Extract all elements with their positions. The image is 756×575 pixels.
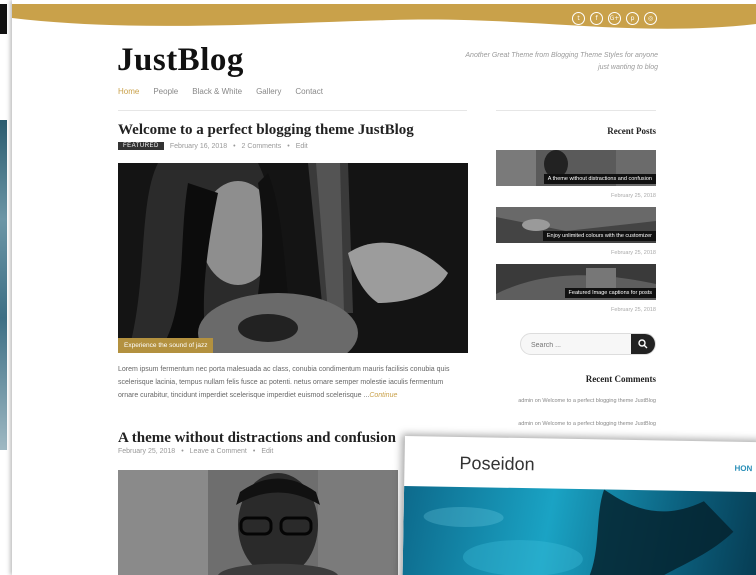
site-logo[interactable]: JustBlog: [117, 42, 244, 79]
recent-post-item[interactable]: Featured Image captions for posts: [496, 264, 656, 300]
guitar-woman-photo: [118, 163, 468, 353]
poseidon-logo[interactable]: Poseidon: [459, 453, 534, 475]
recent-posts-heading: Recent Posts: [607, 126, 656, 136]
search-input[interactable]: [521, 335, 631, 354]
post-meta: FEATURED February 16, 2018 • 2 Comments …: [118, 142, 308, 150]
post-excerpt: Lorem ipsum fermentum nec porta malesuad…: [118, 363, 463, 402]
recent-post-item[interactable]: Enjoy unlimited colours with the customi…: [496, 207, 656, 243]
bullet-icon: •: [233, 142, 236, 150]
bullet-icon: •: [287, 142, 290, 150]
nav-item-contact[interactable]: Contact: [295, 87, 323, 96]
excerpt-text: Lorem ipsum fermentum nec porta malesuad…: [118, 366, 450, 399]
site-tagline: Another Great Theme from Blogging Theme …: [465, 52, 658, 71]
facebook-icon[interactable]: f: [590, 12, 603, 25]
comments-link[interactable]: 2 Comments: [242, 143, 282, 150]
recent-post-date: February 25, 2018: [611, 193, 656, 199]
poseidon-nav-home[interactable]: HON: [734, 464, 752, 473]
bullet-icon: •: [181, 448, 184, 455]
twitter-icon[interactable]: t: [572, 12, 585, 25]
poseidon-hero-image: [402, 485, 756, 575]
social-icons: t f G+ p ◎: [572, 12, 657, 25]
background-window-image: [0, 120, 7, 450]
recent-post-caption: A theme without distractions and confusi…: [543, 174, 656, 184]
post-date[interactable]: February 25, 2018: [118, 448, 175, 455]
recent-post-item[interactable]: A theme without distractions and confusi…: [496, 150, 656, 186]
main-nav: Home People Black & White Gallery Contac…: [118, 87, 323, 96]
comments-link[interactable]: Leave a Comment: [190, 448, 247, 455]
recent-post-date: February 25, 2018: [611, 307, 656, 313]
recent-comments-heading: Recent Comments: [585, 374, 656, 384]
background-window-strip: [0, 0, 7, 575]
continue-link[interactable]: Continue: [369, 392, 397, 399]
poseidon-theme-preview[interactable]: Poseidon HON: [402, 436, 756, 575]
featured-badge: FEATURED: [118, 142, 164, 150]
recent-comment[interactable]: admin on Welcome to a perfect blogging t…: [506, 397, 656, 406]
post-image[interactable]: [118, 470, 398, 575]
recent-comment[interactable]: admin on Welcome to a perfect blogging t…: [506, 420, 656, 429]
nav-item-home[interactable]: Home: [118, 87, 139, 96]
pinterest-icon[interactable]: p: [626, 12, 639, 25]
sidebar-divider: [496, 110, 656, 111]
post-title[interactable]: A theme without distractions and confusi…: [118, 430, 408, 447]
nav-item-gallery[interactable]: Gallery: [256, 87, 281, 96]
search-form: [520, 333, 656, 355]
man-glasses-photo: [118, 470, 398, 575]
recent-post-date: February 25, 2018: [611, 250, 656, 256]
underwater-photo: [423, 489, 734, 575]
recent-post-caption: Enjoy unlimited colours with the customi…: [542, 231, 656, 241]
screenshot-stage: t f G+ p ◎ JustBlog Another Great Theme …: [0, 0, 756, 575]
post-date[interactable]: February 16, 2018: [170, 143, 227, 150]
nav-item-black-white[interactable]: Black & White: [192, 87, 242, 96]
recent-post-caption: Featured Image captions for posts: [564, 288, 656, 298]
edit-link[interactable]: Edit: [261, 448, 273, 455]
featured-image[interactable]: Experience the sound of jazz: [118, 163, 468, 353]
post-meta: February 25, 2018 • Leave a Comment • Ed…: [118, 448, 273, 455]
nav-item-people[interactable]: People: [153, 87, 178, 96]
top-wave-bar: t f G+ p ◎: [12, 4, 756, 40]
content-divider: [118, 110, 467, 111]
instagram-icon[interactable]: ◎: [644, 12, 657, 25]
edit-link[interactable]: Edit: [296, 143, 308, 150]
search-icon: [638, 339, 648, 349]
search-button[interactable]: [631, 334, 655, 354]
bullet-icon: •: [252, 448, 256, 455]
image-caption: Experience the sound of jazz: [118, 338, 214, 353]
post-title[interactable]: Welcome to a perfect blogging theme Just…: [118, 122, 414, 139]
background-window-bar: [0, 4, 7, 34]
google-plus-icon[interactable]: G+: [608, 12, 621, 25]
